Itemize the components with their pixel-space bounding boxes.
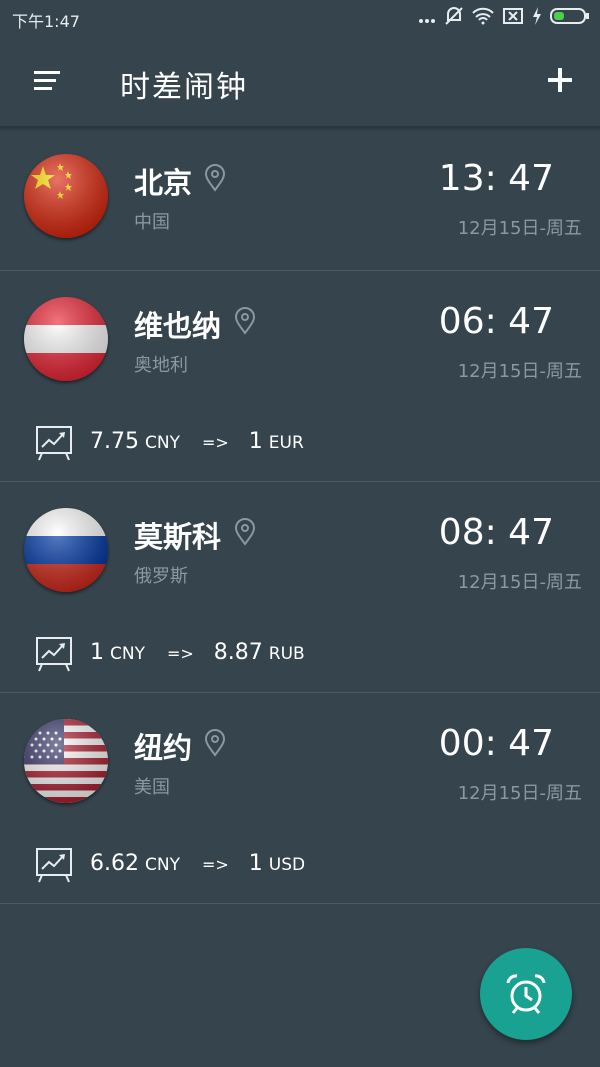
left-currency: CNY [110,644,145,664]
city-row[interactable]: 莫斯科 俄罗斯 08: 47 12月15日-周五 [0,482,600,624]
alarm-clock-icon [506,974,546,1014]
alarm-fab-button[interactable] [480,948,572,1040]
left-amount: 6.62 [90,851,139,876]
right-currency: EUR [268,433,304,453]
china-flag-icon [24,154,108,238]
exchange-rate-row[interactable]: 7.75 CNY => 1 EUR [0,413,600,481]
exchange-rate-text: 7.75 CNY => 1 EUR [90,429,304,454]
more-dots-icon [418,9,436,28]
city-name: 莫斯科 [134,520,222,554]
local-time: 00: 47 [438,723,554,764]
battery-icon [550,7,590,29]
city-row[interactable]: 维也纳 奥地利 06: 47 12月15日-周五 [0,271,600,413]
right-amount: 8.87 [213,640,263,665]
city-name: 维也纳 [134,309,222,343]
city-row[interactable]: 纽约 美国 00: 47 12月15日-周五 [0,693,600,835]
left-amount: 1 [90,640,104,665]
app-title: 时差闹钟 [120,70,248,105]
local-time: 13: 47 [438,158,554,199]
status-icons [418,6,590,30]
city-name: 北京 [134,166,193,200]
city-card-beijing[interactable]: 北京 中国 13: 47 12月15日-周五 [0,128,600,271]
local-date: 12月15日-周五 [457,783,582,804]
city-card-new-york[interactable]: 纽约 美国 00: 47 12月15日-周五 6.62 CNY => 1 USD [0,693,600,904]
rate-arrow: => [166,644,194,663]
local-date: 12月15日-周五 [457,361,582,382]
location-pin-icon[interactable] [204,164,226,192]
austria-flag-icon [24,297,108,381]
status-time: 下午1:47 [12,12,80,31]
city-card-moscow[interactable]: 莫斯科 俄罗斯 08: 47 12月15日-周五 1 CNY => 8.87 RUB [0,482,600,693]
add-icon[interactable] [544,64,576,96]
rate-arrow: => [201,433,229,452]
location-pin-icon[interactable] [234,307,256,335]
russia-flag-icon [24,508,108,592]
country-name: 奥地利 [134,355,188,376]
mute-icon [444,6,464,30]
country-name: 俄罗斯 [134,566,188,587]
country-name: 美国 [134,777,170,798]
city-card-vienna[interactable]: 维也纳 奥地利 06: 47 12月15日-周五 7.75 CNY => 1 EUR [0,271,600,482]
right-currency: USD [268,855,306,875]
exchange-rate-row[interactable]: 1 CNY => 8.87 RUB [0,624,600,692]
rate-arrow: => [201,855,229,874]
exchange-chart-icon[interactable] [34,845,74,885]
city-list: 北京 中国 13: 47 12月15日-周五 维也纳 奥地利 06: 47 12… [0,128,600,904]
usa-flag-icon [24,719,108,803]
sim-x-icon [502,7,524,29]
charging-icon [532,7,542,29]
left-currency: CNY [144,855,180,875]
city-name: 纽约 [134,731,193,765]
app-toolbar: 时差闹钟 [0,36,600,127]
exchange-rate-text: 1 CNY => 8.87 RUB [90,640,305,665]
local-time: 06: 47 [438,301,554,342]
exchange-rate-text: 6.62 CNY => 1 USD [90,851,305,876]
menu-icon[interactable] [34,70,62,92]
right-amount: 1 [248,429,263,454]
left-currency: CNY [144,433,180,453]
location-pin-icon[interactable] [204,729,226,757]
exchange-chart-icon[interactable] [34,634,74,674]
country-name: 中国 [134,212,170,233]
status-bar: 下午1:47 [0,0,600,36]
local-date: 12月15日-周五 [457,218,582,239]
city-row[interactable]: 北京 中国 13: 47 12月15日-周五 [0,128,600,270]
right-currency: RUB [268,644,305,664]
location-pin-icon[interactable] [234,518,256,546]
right-amount: 1 [248,851,263,876]
exchange-chart-icon[interactable] [34,423,74,463]
local-time: 08: 47 [438,512,554,553]
local-date: 12月15日-周五 [457,572,582,593]
exchange-rate-row[interactable]: 6.62 CNY => 1 USD [0,835,600,903]
wifi-icon [472,7,494,29]
left-amount: 7.75 [90,429,139,454]
